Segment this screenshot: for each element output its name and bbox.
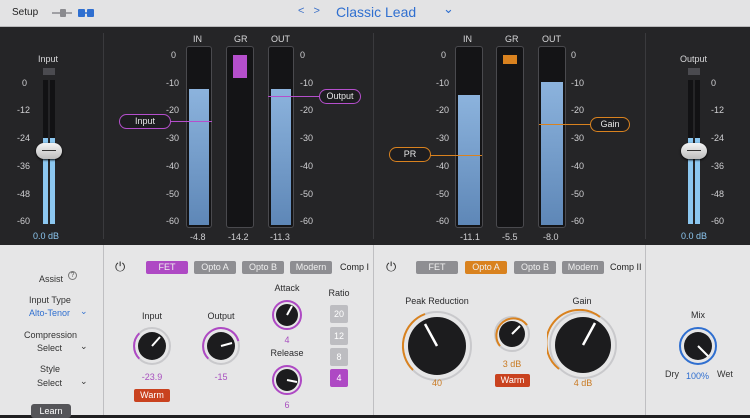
comp1-ratio-12[interactable]: 12 [330, 327, 348, 345]
comp2-gr-value: -5.5 [502, 232, 518, 242]
comp2-out-value: -8.0 [543, 232, 559, 242]
comp1-mode-opto-a[interactable]: Opto A [194, 261, 236, 274]
comp1-attack-knob[interactable] [271, 299, 303, 331]
comp2-warm-button[interactable]: Warm [495, 374, 530, 387]
comp1-in-value: -4.8 [190, 232, 206, 242]
comp1-out-meter [268, 46, 294, 228]
peak-reduction-value: 40 [419, 378, 455, 388]
setup-label[interactable]: Setup [12, 7, 38, 18]
gain-value: 4 dB [565, 378, 601, 388]
compression-chevron-icon[interactable]: ⌄ [80, 341, 88, 352]
style-label: Style [40, 364, 60, 374]
output-fader-clip-led [688, 68, 700, 75]
peak-reduction-label: Peak Reduction [395, 296, 479, 306]
comp1-input-label: Input [134, 311, 170, 321]
mix-wet-label: Wet [717, 369, 733, 379]
comp1-title: Comp I [340, 262, 369, 272]
style-chevron-icon[interactable]: ⌄ [80, 376, 88, 387]
output-fader-value: 0.0 dB [681, 231, 707, 241]
comp2-small-knob[interactable] [493, 315, 531, 353]
comp2-gr-meter [496, 46, 524, 228]
comp1-output-value: -15 [203, 372, 239, 382]
comp1-out-label: OUT [271, 34, 290, 44]
comp1-mode-opto-b[interactable]: Opto B [242, 261, 284, 274]
comp1-release-knob[interactable] [271, 364, 303, 396]
comp1-attack-value: 4 [269, 335, 305, 345]
input-fader-value: 0.0 dB [33, 231, 59, 241]
mix-value: 100% [686, 371, 709, 381]
comp2-mode-opto-b[interactable]: Opto B [514, 261, 556, 274]
comp1-gr-meter [226, 46, 254, 228]
preset-nav-arrows[interactable]: < > [298, 5, 323, 17]
comp1-mode-modern[interactable]: Modern [290, 261, 332, 274]
comp2-mode-opto-a[interactable]: Opto A [465, 261, 507, 274]
mix-knob[interactable] [678, 326, 718, 366]
comp1-gr-value: -14.2 [228, 232, 249, 242]
comp1-mode-fet[interactable]: FET [146, 261, 188, 274]
comp2-power-icon[interactable]: ⏻ [386, 259, 396, 275]
meter-panel [0, 27, 750, 245]
comp1-input-value: -23.9 [134, 372, 170, 382]
comp1-output-threshold-tag[interactable]: Output [319, 89, 361, 104]
comp1-ratio-label: Ratio [325, 288, 353, 298]
input-fader-clip-led [43, 68, 55, 75]
comp2-mode-modern[interactable]: Modern [562, 261, 604, 274]
assist-title: Assist [39, 274, 63, 284]
gain-label: Gain [560, 296, 604, 306]
peak-reduction-knob[interactable] [400, 309, 474, 383]
comp1-release-label: Release [269, 348, 305, 358]
comp2-in-value: -11.1 [460, 232, 480, 242]
output-fader-handle[interactable] [681, 143, 707, 159]
top-bar: Setup < > Classic Lead ⌄ [0, 0, 750, 27]
learn-button[interactable]: Learn [31, 404, 71, 418]
comp1-ratio-20[interactable]: 20 [330, 305, 348, 323]
chain-view-icon[interactable] [50, 6, 100, 20]
comp2-out-meter [538, 46, 566, 228]
mix-label: Mix [680, 310, 716, 320]
preset-menu-chevron-icon[interactable]: ⌄ [443, 1, 454, 17]
comp1-gr-label: GR [234, 34, 248, 44]
comp2-gain-tag[interactable]: Gain [590, 117, 630, 132]
comp1-in-label: IN [193, 34, 202, 44]
comp1-ratio-4[interactable]: 4 [330, 369, 348, 387]
comp1-release-value: 6 [269, 400, 305, 410]
compression-select[interactable]: Select [37, 343, 62, 353]
compression-label: Compression [24, 330, 77, 340]
comp1-warm-button[interactable]: Warm [134, 389, 170, 402]
input-type-select[interactable]: Alto-Tenor [29, 308, 70, 318]
comp1-output-knob[interactable] [201, 326, 241, 366]
comp2-small-knob-value: 3 dB [494, 359, 530, 369]
input-fader-label: Input [38, 54, 58, 64]
comp1-output-label: Output [203, 311, 239, 321]
comp2-mode-fet[interactable]: FET [416, 261, 458, 274]
input-type-label: Input Type [29, 295, 71, 305]
mix-dry-label: Dry [665, 369, 679, 379]
comp1-in-meter [186, 46, 212, 228]
info-icon[interactable]: ? [68, 271, 77, 280]
comp1-ratio-8[interactable]: 8 [330, 348, 348, 366]
comp2-gr-label: GR [505, 34, 519, 44]
input-type-chevron-icon[interactable]: ⌄ [80, 306, 88, 317]
output-fader-label: Output [680, 54, 707, 64]
gain-knob[interactable] [547, 309, 619, 381]
style-select[interactable]: Select [37, 378, 62, 388]
preset-name[interactable]: Classic Lead [336, 4, 416, 20]
comp1-input-knob[interactable] [132, 326, 172, 366]
comp1-input-threshold-tag[interactable]: Input [119, 114, 171, 129]
comp2-in-label: IN [463, 34, 472, 44]
comp1-attack-label: Attack [269, 283, 305, 293]
comp1-out-value: -11.3 [270, 232, 290, 242]
comp2-in-meter [455, 46, 483, 228]
comp2-peak-reduction-tag[interactable]: PR [389, 147, 431, 162]
comp1-power-icon[interactable]: ⏻ [115, 259, 125, 275]
comp2-title: Comp II [610, 262, 642, 272]
comp2-out-label: OUT [542, 34, 561, 44]
input-fader-handle[interactable] [36, 143, 62, 159]
